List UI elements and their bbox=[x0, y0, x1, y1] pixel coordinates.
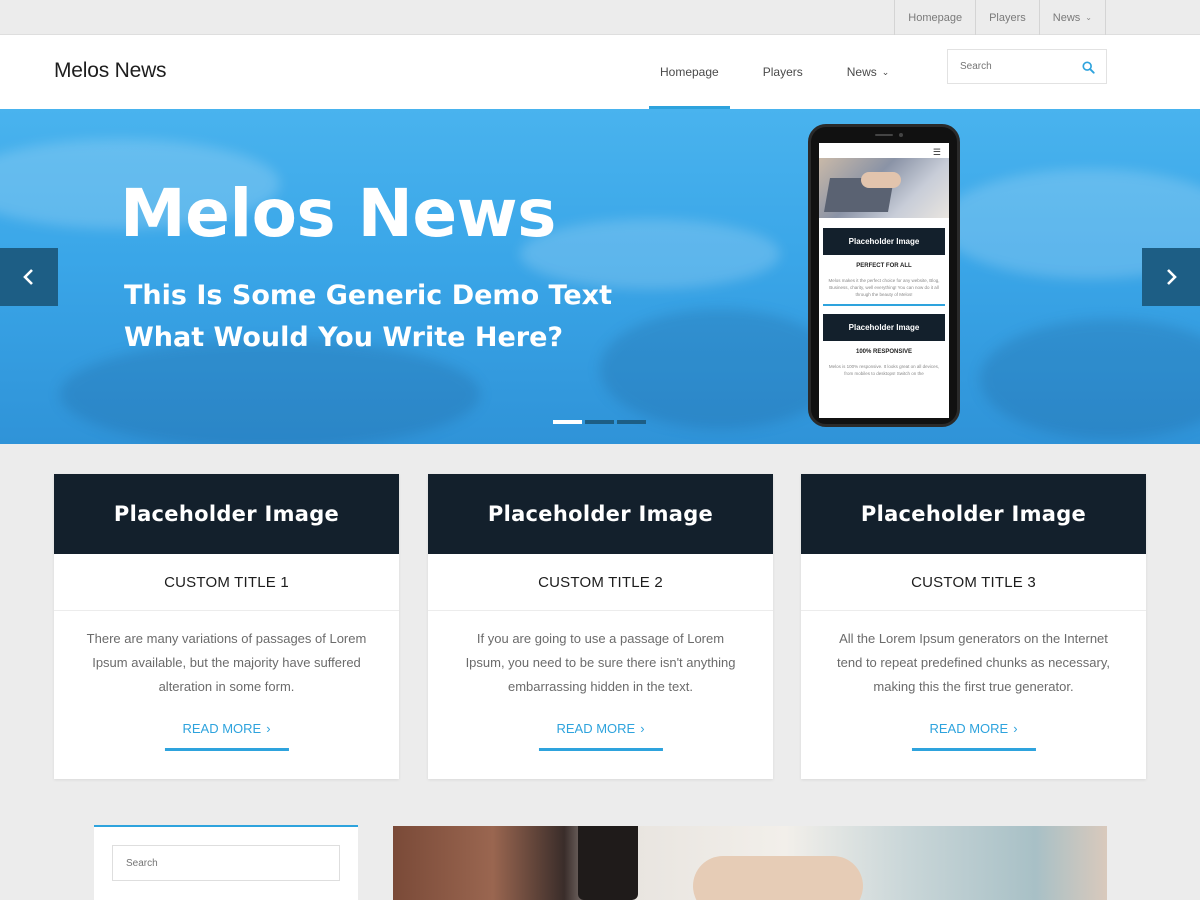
top-nav-item-players[interactable]: Players bbox=[976, 0, 1040, 35]
card-title: CUSTOM TITLE 2 bbox=[428, 554, 773, 611]
arm-shape bbox=[693, 856, 863, 900]
main-nav: Homepage Players News ⌄ bbox=[649, 35, 922, 109]
read-more-button[interactable]: READ MORE › bbox=[164, 721, 289, 751]
top-nav-label: Players bbox=[989, 11, 1026, 24]
nav-item-players[interactable]: Players bbox=[752, 35, 814, 109]
hero-subtitle-line: This Is Some Generic Demo Text bbox=[124, 280, 612, 311]
chevron-down-icon: ⌄ bbox=[881, 66, 890, 77]
phone-card-heading: PERFECT FOR ALL bbox=[856, 263, 912, 269]
top-nav: Homepage Players News ⌄ bbox=[894, 0, 1106, 35]
search-input[interactable] bbox=[948, 50, 1068, 83]
chevron-down-icon: ⌄ bbox=[1085, 13, 1092, 22]
slider-pagination bbox=[553, 420, 646, 424]
card-title: CUSTOM TITLE 1 bbox=[54, 554, 399, 611]
card-text: If you are going to use a passage of Lor… bbox=[465, 631, 736, 694]
site-logo[interactable]: Melos News bbox=[54, 59, 167, 83]
cloud-decoration bbox=[980, 319, 1200, 439]
site-header: Melos News Homepage Players News ⌄ bbox=[0, 35, 1200, 109]
chevron-right-icon: › bbox=[1013, 721, 1018, 736]
phone-speaker bbox=[875, 134, 893, 136]
phone-divider bbox=[823, 304, 945, 306]
slider-dot[interactable] bbox=[585, 420, 614, 424]
search-icon[interactable] bbox=[1082, 61, 1095, 74]
slider-dot[interactable] bbox=[553, 420, 582, 424]
card-text: All the Lorem Ipsum generators on the In… bbox=[837, 631, 1110, 694]
hero-subtitle-line: What Would You Write Here? bbox=[124, 322, 564, 353]
featured-post-image[interactable] bbox=[393, 826, 1107, 900]
nav-item-homepage[interactable]: Homepage bbox=[649, 35, 730, 109]
phone-card-heading: 100% RESPONSIVE bbox=[855, 349, 913, 355]
header-search bbox=[947, 49, 1107, 84]
feature-card: Placeholder Image CUSTOM TITLE 3 All the… bbox=[801, 474, 1146, 779]
card-placeholder-image: Placeholder Image bbox=[54, 474, 399, 554]
card-text: There are many variations of passages of… bbox=[86, 631, 367, 694]
hero-subtitle: This Is Some Generic Demo Text What Woul… bbox=[124, 275, 664, 359]
read-more-label: READ MORE bbox=[182, 721, 262, 736]
read-more-button[interactable]: READ MORE › bbox=[911, 721, 1036, 751]
phone-placeholder-card: Placeholder Image bbox=[823, 228, 945, 255]
phone-card-text: Melos makes it the perfect choice for an… bbox=[828, 278, 940, 297]
chevron-left-icon bbox=[23, 269, 33, 285]
chevron-right-icon: › bbox=[266, 721, 271, 736]
read-more-button[interactable]: READ MORE › bbox=[538, 721, 663, 751]
top-nav-label: News bbox=[1052, 11, 1081, 24]
top-utility-bar: Homepage Players News ⌄ bbox=[0, 0, 1200, 35]
top-nav-item-news[interactable]: News ⌄ bbox=[1040, 0, 1106, 35]
chevron-right-icon: › bbox=[640, 721, 645, 736]
nav-label: News bbox=[846, 65, 877, 79]
sidebar-search-widget bbox=[94, 825, 358, 900]
nav-label: Homepage bbox=[660, 65, 719, 79]
slider-prev-button[interactable] bbox=[0, 248, 58, 306]
read-more-label: READ MORE bbox=[556, 721, 636, 736]
phone-card-text: Melos is 100% responsive. It looks great… bbox=[828, 364, 940, 376]
sidebar-search-input[interactable] bbox=[112, 845, 340, 881]
nav-item-news[interactable]: News ⌄ bbox=[836, 35, 901, 109]
slider-next-button[interactable] bbox=[1142, 248, 1200, 306]
card-placeholder-image: Placeholder Image bbox=[428, 474, 773, 554]
phone-screen-topbar: ☰ bbox=[819, 143, 949, 158]
phone-screen: ☰ Placeholder Image PERFECT FOR ALL Melo… bbox=[819, 143, 949, 418]
feature-card: Placeholder Image CUSTOM TITLE 2 If you … bbox=[428, 474, 773, 779]
hero-title: Melos News bbox=[120, 175, 556, 252]
feature-card: Placeholder Image CUSTOM TITLE 1 There a… bbox=[54, 474, 399, 779]
nav-label: Players bbox=[762, 65, 803, 79]
top-nav-item-homepage[interactable]: Homepage bbox=[895, 0, 977, 35]
phone-screen-photo bbox=[819, 158, 949, 218]
card-placeholder-image: Placeholder Image bbox=[801, 474, 1146, 554]
hand-shape bbox=[861, 172, 901, 188]
hamburger-icon: ☰ bbox=[932, 147, 941, 157]
chevron-right-icon bbox=[1167, 269, 1177, 285]
phone-mockup: ☰ Placeholder Image PERFECT FOR ALL Melo… bbox=[808, 124, 960, 427]
hero-slider: Melos News This Is Some Generic Demo Tex… bbox=[0, 109, 1200, 444]
cup-shape bbox=[578, 826, 638, 900]
read-more-label: READ MORE bbox=[929, 721, 1009, 736]
slider-dot[interactable] bbox=[617, 420, 646, 424]
top-nav-label: Homepage bbox=[908, 11, 963, 24]
phone-camera bbox=[899, 133, 903, 137]
card-title: CUSTOM TITLE 3 bbox=[801, 554, 1146, 611]
phone-placeholder-card: Placeholder Image bbox=[823, 314, 945, 341]
